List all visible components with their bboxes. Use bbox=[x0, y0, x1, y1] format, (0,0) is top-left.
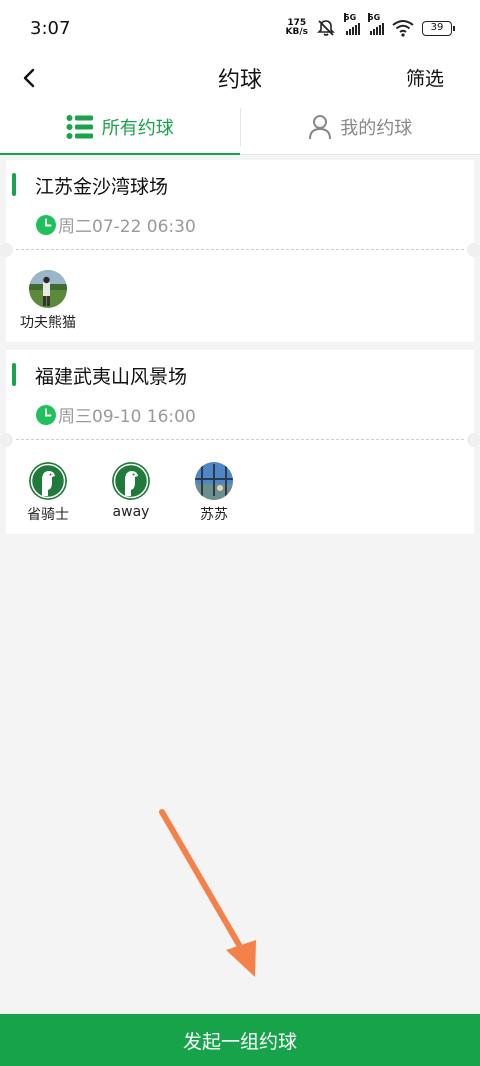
filter-button[interactable]: 筛选 bbox=[406, 64, 444, 91]
clock-icon bbox=[36, 214, 56, 235]
player-item[interactable]: 苏苏 bbox=[186, 462, 242, 524]
game-list: 江苏金沙湾球场 周二07-22 06:30 功夫熊猫 福建武夷山风景场 周三09… bbox=[0, 160, 480, 542]
dashed-divider bbox=[0, 243, 480, 257]
signal-icon: 5G bbox=[344, 13, 360, 35]
player-item[interactable]: 功夫熊猫 bbox=[20, 270, 76, 332]
status-bar: 3:07 175 KB/s 5G 5G 39 bbox=[0, 0, 480, 56]
player-name: 苏苏 bbox=[200, 507, 228, 523]
signal-icon: 5G bbox=[368, 13, 384, 35]
game-time: 周二07-22 06:30 bbox=[36, 212, 196, 237]
golfer-logo-avatar bbox=[29, 462, 67, 500]
clock-icon bbox=[36, 404, 56, 425]
annotation-arrow-icon bbox=[159, 809, 256, 977]
course-name: 福建武夷山风景场 bbox=[35, 366, 188, 388]
back-arrow-icon[interactable] bbox=[16, 64, 44, 92]
person-icon bbox=[309, 115, 332, 140]
tab-label: 所有约球 bbox=[101, 118, 174, 139]
game-time: 周三09-10 16:00 bbox=[36, 402, 196, 427]
sim2-tag: 5G bbox=[368, 13, 381, 22]
net-speed-indicator: 175 KB/s bbox=[286, 19, 308, 37]
tab-my-games[interactable]: 我的约球 bbox=[241, 100, 480, 154]
photo-avatar bbox=[29, 270, 67, 308]
mute-icon bbox=[317, 20, 335, 36]
tab-bar: 所有约球 我的约球 bbox=[0, 100, 480, 155]
wifi-icon bbox=[392, 20, 414, 37]
game-card-header: 江苏金沙湾球场 周二07-22 06:30 bbox=[6, 160, 474, 249]
game-card[interactable]: 福建武夷山风景场 周三09-10 16:00 省骑士 away 苏苏 bbox=[0, 350, 480, 534]
photo-avatar bbox=[195, 462, 233, 500]
ticket-notch bbox=[467, 433, 480, 447]
player-name: 省骑士 bbox=[27, 507, 69, 523]
player-list: 功夫熊猫 bbox=[6, 250, 474, 342]
game-time-text: 周三09-10 16:00 bbox=[58, 407, 196, 427]
dashed-divider bbox=[0, 433, 480, 447]
ticket-notch bbox=[467, 243, 480, 257]
golfer-logo-avatar bbox=[112, 462, 150, 500]
game-time-text: 周二07-22 06:30 bbox=[58, 217, 196, 237]
battery-icon: 39 bbox=[422, 20, 455, 36]
game-card[interactable]: 江苏金沙湾球场 周二07-22 06:30 功夫熊猫 bbox=[0, 160, 480, 342]
player-list: 省骑士 away 苏苏 bbox=[6, 440, 474, 534]
player-name: 功夫熊猫 bbox=[20, 315, 76, 331]
accent-bar bbox=[12, 173, 16, 196]
accent-bar bbox=[12, 363, 16, 386]
status-time: 3:07 bbox=[30, 17, 71, 39]
player-item[interactable]: away bbox=[103, 462, 159, 520]
player-name: away bbox=[112, 504, 150, 520]
player-item[interactable]: 省骑士 bbox=[20, 462, 76, 524]
page-title: 约球 bbox=[217, 68, 262, 93]
sim1-tag: 5G bbox=[344, 13, 357, 22]
list-icon bbox=[66, 115, 93, 139]
create-game-button[interactable]: 发起一组约球 bbox=[0, 1014, 480, 1066]
status-icons: 175 KB/s 5G 5G 39 bbox=[286, 13, 455, 38]
game-card-header: 福建武夷山风景场 周三09-10 16:00 bbox=[6, 350, 474, 439]
tab-all-games[interactable]: 所有约球 bbox=[0, 100, 240, 155]
course-name: 江苏金沙湾球场 bbox=[35, 176, 169, 198]
tab-label: 我的约球 bbox=[340, 118, 413, 139]
nav-bar: 约球 筛选 bbox=[0, 56, 480, 100]
net-speed-unit: KB/s bbox=[285, 27, 308, 37]
